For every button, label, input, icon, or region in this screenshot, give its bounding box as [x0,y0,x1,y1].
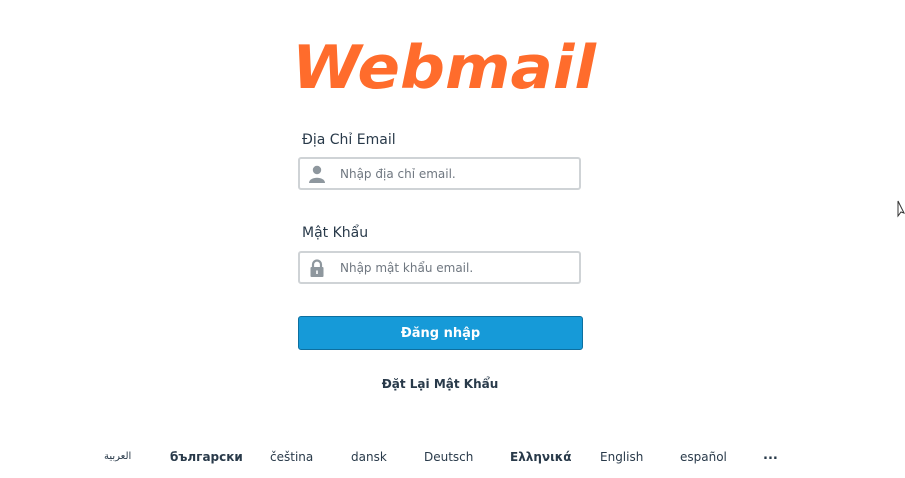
language-link-danish[interactable]: dansk [351,450,387,464]
language-link-greek[interactable]: Ελληνικά [510,450,572,464]
language-link-czech[interactable]: čeština [270,450,313,464]
language-link-english[interactable]: English [600,450,643,464]
email-field-wrapper[interactable] [298,157,581,190]
more-languages-button[interactable]: ... [763,448,778,463]
reset-password-link[interactable]: Đặt Lại Mật Khẩu [300,377,580,391]
password-input[interactable] [340,253,576,282]
language-link-bulgarian[interactable]: български [170,450,243,464]
email-input[interactable] [340,159,576,188]
language-link-arabic[interactable]: العربية [104,451,131,462]
login-button[interactable]: Đăng nhập [298,316,583,350]
password-field-wrapper[interactable] [298,251,581,284]
language-link-german[interactable]: Deutsch [424,450,473,464]
password-label: Mật Khẩu [302,225,369,241]
language-bar: العربية български čeština dansk Deutsch … [0,448,905,468]
user-icon [309,165,325,183]
lock-icon [310,259,324,277]
mouse-cursor-icon [897,200,905,218]
webmail-logo: Webmail [292,34,597,94]
language-link-spanish[interactable]: español [680,450,727,464]
logo-text: Webmail [292,34,597,94]
email-label: Địa Chỉ Email [302,132,396,148]
